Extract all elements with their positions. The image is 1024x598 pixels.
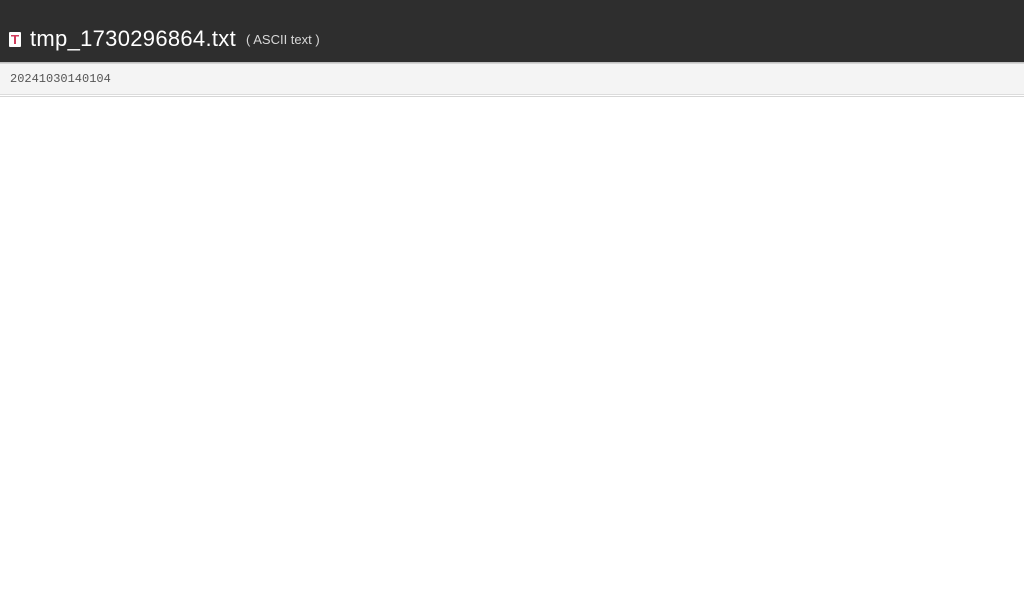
text-file-icon — [8, 31, 22, 47]
top-spacer — [0, 0, 1024, 20]
content-text: 20241030140104 — [10, 72, 111, 86]
filetype-label: ( ASCII text ) — [246, 32, 320, 47]
file-content-line: 20241030140104 — [0, 64, 1024, 95]
filename: tmp_1730296864.txt — [30, 26, 236, 52]
empty-area — [0, 97, 1024, 598]
file-header: tmp_1730296864.txt ( ASCII text ) — [0, 20, 1024, 62]
